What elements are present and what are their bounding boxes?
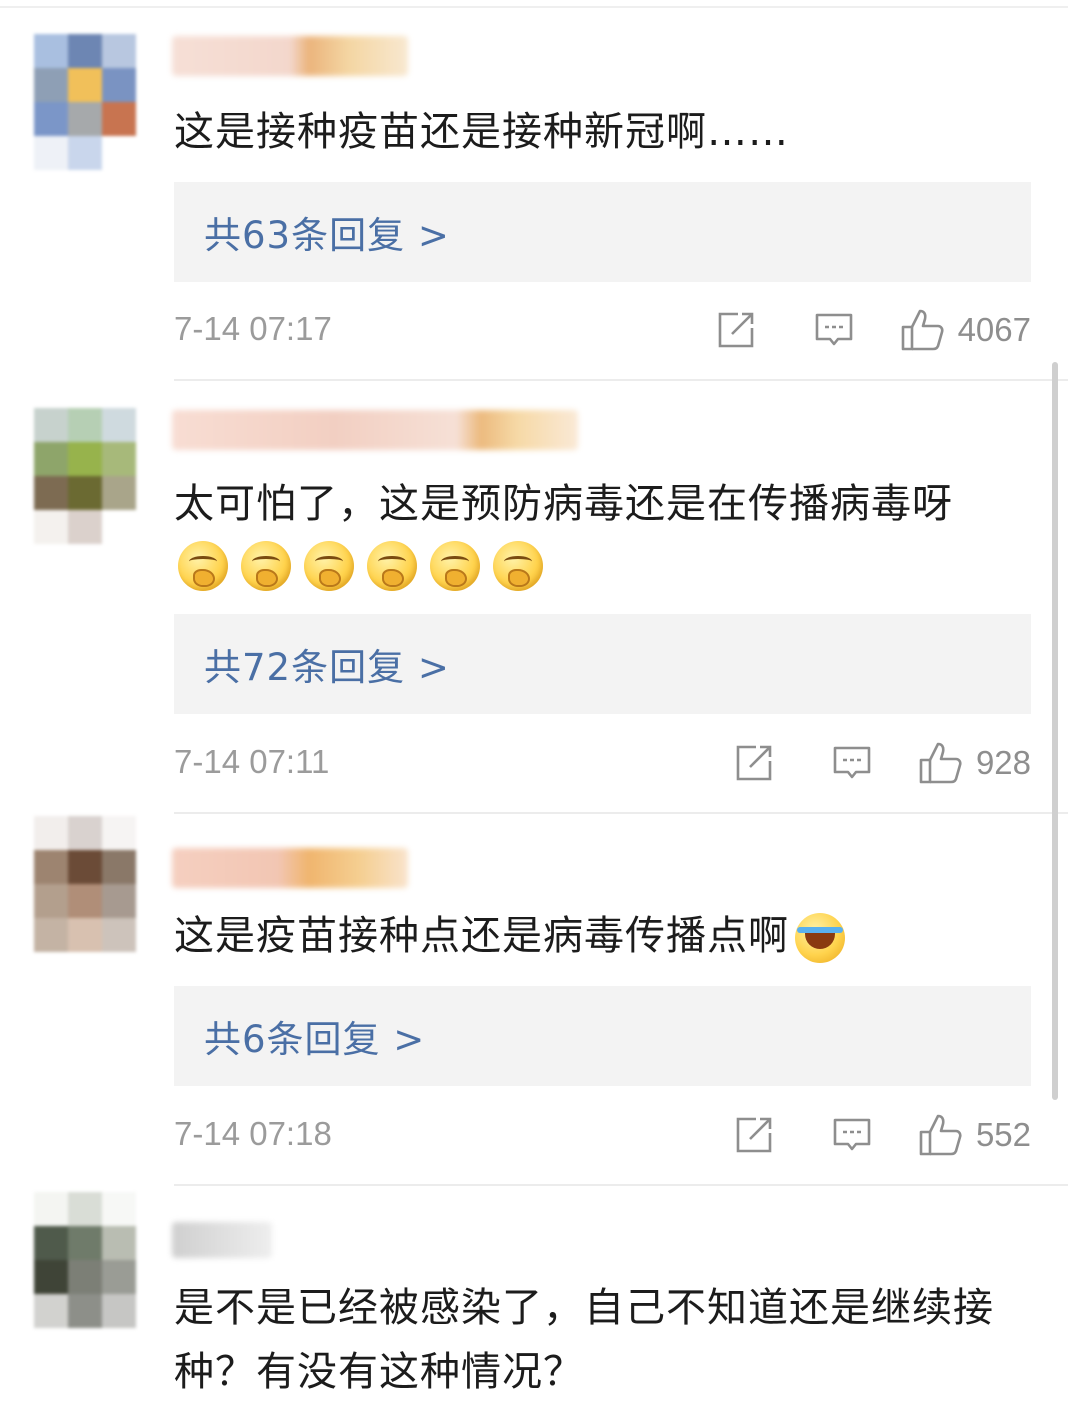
- thumbs-up-icon[interactable]: [918, 1113, 964, 1157]
- timestamp: 7-14 07:18: [174, 1115, 332, 1152]
- thinking-emoji: [493, 541, 543, 591]
- comment-text: 这是疫苗接种点还是病毒传播点啊: [174, 904, 1024, 968]
- username[interactable]: [172, 410, 578, 450]
- replies-label: 共6条回复 >: [204, 1018, 426, 1061]
- comment-meta: 7-14 07:11 928: [174, 733, 1031, 793]
- timestamp: 7-14 07:11: [174, 743, 330, 780]
- replies-link[interactable]: 共72条回复 >: [174, 614, 1031, 714]
- replies-label: 共63条回复 >: [204, 214, 450, 257]
- comment-meta: 7-14 07:17 4067: [174, 300, 1031, 360]
- comment-icon[interactable]: [822, 1115, 882, 1155]
- avatar[interactable]: [34, 408, 136, 544]
- like-count: 4067: [957, 311, 1031, 348]
- replies-link[interactable]: 共63条回复 >: [174, 182, 1031, 282]
- comment-text: 太可怕了，这是预防病毒还是在传播病毒呀: [174, 481, 953, 527]
- action-bar: 4067: [706, 300, 1031, 360]
- laugh-cry-emoji: [795, 913, 845, 963]
- scrollbar[interactable]: [1052, 362, 1058, 1100]
- comment-text: 是不是已经被感染了，自己不知道还是继续接种？有没有这种情况？: [174, 1285, 994, 1395]
- share-icon[interactable]: [706, 310, 766, 350]
- comment-icon[interactable]: [804, 310, 864, 350]
- thinking-emoji: [367, 541, 417, 591]
- like-count: 928: [975, 744, 1031, 781]
- thinking-emoji: [178, 541, 228, 591]
- username[interactable]: [172, 1222, 272, 1258]
- avatar[interactable]: [34, 34, 136, 170]
- thinking-emoji: [304, 541, 354, 591]
- like-count: 552: [975, 1116, 1031, 1153]
- divider: [174, 812, 1068, 814]
- divider: [174, 1184, 1068, 1186]
- share-icon[interactable]: [724, 1115, 784, 1155]
- replies-link[interactable]: 共6条回复 >: [174, 986, 1031, 1086]
- thumbs-up-icon[interactable]: [918, 741, 964, 785]
- thinking-emoji: [430, 541, 480, 591]
- avatar[interactable]: [34, 816, 136, 952]
- action-bar: 928: [724, 733, 1031, 793]
- share-icon[interactable]: [724, 743, 784, 783]
- top-divider: [0, 6, 1068, 8]
- username[interactable]: [172, 848, 408, 888]
- thumbs-up-icon[interactable]: [900, 308, 946, 352]
- timestamp: 7-14 07:17: [174, 310, 332, 347]
- divider: [174, 379, 1068, 381]
- avatar[interactable]: [34, 1192, 136, 1328]
- replies-label: 共72条回复 >: [204, 646, 450, 689]
- emoji-row: [178, 541, 543, 591]
- comment-meta: 7-14 07:18 552: [174, 1105, 1031, 1165]
- comment-text: 这是接种疫苗还是接种新冠啊……: [174, 109, 789, 155]
- thinking-emoji: [241, 541, 291, 591]
- comment-text-body: 这是疫苗接种点还是病毒传播点啊: [174, 913, 789, 959]
- username[interactable]: [172, 36, 408, 76]
- action-bar: 552: [724, 1105, 1031, 1165]
- comment-icon[interactable]: [822, 743, 882, 783]
